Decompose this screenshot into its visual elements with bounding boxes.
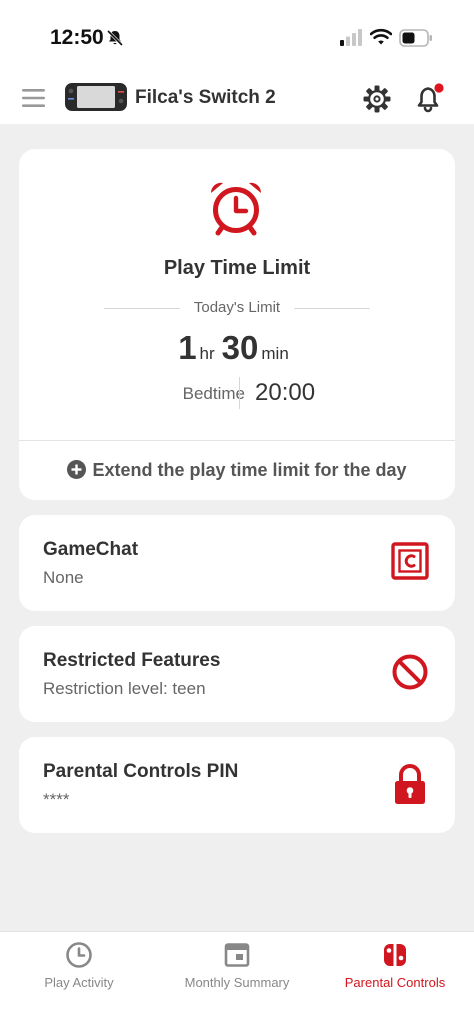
switch-icon [381,941,409,974]
hours-value: 1 [178,329,197,366]
device-name[interactable]: Filca's Switch 2 [135,87,276,109]
calendar-icon [223,941,251,974]
status-time: 12:50 [50,26,104,49]
top-area: 12:50 Filca's Switch 2 [0,0,474,124]
bedtime-separator [239,377,240,409]
gamechat-subtitle: None [43,568,84,587]
gamechat-icon [391,542,429,585]
nav-parental-controls-label: Parental Controls [344,975,446,990]
bottom-nav: Play Activity Monthly Summary Parental C… [0,931,474,1030]
hours-unit: hr [199,344,215,363]
play-time-card[interactable]: Play Time Limit Today's Limit 1 hr 30 min B… [19,149,455,500]
divider [294,308,370,309]
restricted-features-card[interactable]: Restricted Features Restriction level: t… [19,626,455,722]
nav-play-activity-label: Play Activity [44,975,114,990]
gear-icon[interactable] [362,84,392,119]
gamechat-title: GameChat [43,539,139,560]
nav-play-activity[interactable]: Play Activity [0,932,158,1030]
lock-icon [391,764,429,811]
switch-console-icon [65,83,127,116]
today-limit-header: Today's Limit [104,299,370,319]
extend-limit-label: Extend the play time limit for the day [92,460,407,480]
time-limit-value: 1 hr 30 min [19,329,455,367]
extend-limit-button[interactable]: Extend the play time limit for the day [19,440,455,500]
plus-circle-icon [67,460,87,484]
pin-title: Parental Controls PIN [43,761,239,782]
wifi-icon [369,28,393,51]
clock-icon [65,941,93,974]
minutes-unit: min [261,344,289,363]
status-bar: 12:50 [0,0,474,70]
app-header: Filca's Switch 2 [0,70,474,124]
bell-slash-icon [106,29,124,52]
signal-icon [340,29,364,51]
bell-icon[interactable] [414,82,446,119]
restricted-features-title: Restricted Features [43,650,221,671]
nav-monthly-summary[interactable]: Monthly Summary [158,932,316,1030]
bedtime-value: 20:00 [255,379,316,406]
bedtime-label: Bedtime [182,384,245,403]
minutes-value: 30 [221,329,259,366]
restricted-features-subtitle: Restriction level: teen [43,679,206,698]
pin-value: **** [43,790,70,809]
pin-card[interactable]: Parental Controls PIN **** [19,737,455,833]
gamechat-card[interactable]: GameChat None [19,515,455,611]
alarm-clock-icon [207,179,265,242]
notification-badge [434,83,444,93]
hamburger-icon[interactable] [22,88,46,113]
nav-monthly-summary-label: Monthly Summary [184,975,290,990]
battery-icon [399,29,433,52]
nav-parental-controls[interactable]: Parental Controls [316,932,474,1030]
play-time-title: Play Time Limit [163,257,311,279]
prohibited-icon [391,653,429,696]
